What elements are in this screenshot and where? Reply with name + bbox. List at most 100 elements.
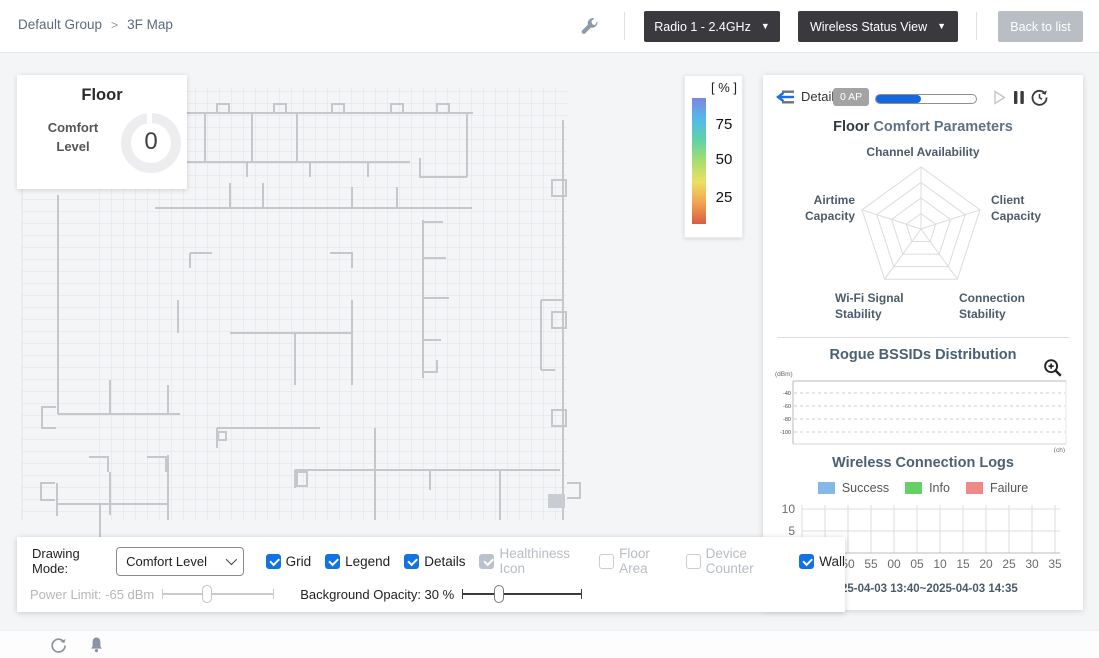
failure-swatch [966, 482, 983, 494]
footer-bar [0, 630, 1099, 658]
progress-fill [876, 95, 921, 103]
settings-wrench-icon[interactable] [578, 15, 600, 37]
scale-unit-label: [ % ] [711, 80, 737, 95]
grid-checkbox[interactable]: Grid [266, 554, 312, 569]
comfort-radar-chart [825, 153, 1017, 311]
svg-text:20: 20 [979, 557, 993, 571]
connection-logs-title: Wireless Connection Logs [763, 455, 1083, 471]
info-swatch [905, 482, 922, 494]
healthiness-icon-checkbox[interactable]: Healthiness Icon [479, 546, 585, 576]
legend-success: Success [818, 481, 889, 495]
details-checkbox-label: Details [424, 554, 465, 569]
slider-track [162, 593, 274, 595]
svg-text:25: 25 [1002, 557, 1016, 571]
drawing-toolbar: Drawing Mode: Comfort Level Grid Legend … [17, 537, 845, 612]
svg-text:-80: -80 [783, 417, 791, 423]
logs-legend: Success Info Failure [763, 481, 1083, 495]
svg-text:-40: -40 [783, 391, 791, 397]
play-button[interactable] [993, 90, 1007, 105]
svg-text:10: 10 [782, 502, 796, 516]
gauge-notch [147, 112, 152, 123]
legend-checkbox[interactable]: Legend [325, 554, 390, 569]
svg-text:-60: -60 [783, 404, 791, 410]
drawing-mode-value: Comfort Level [126, 554, 207, 569]
slider-thumb[interactable] [494, 585, 504, 603]
breadcrumb: Default Group > 3F Map [18, 17, 173, 32]
divider [976, 12, 977, 40]
toolbar-row-2: Power Limit: -65 dBm Background Opacity:… [30, 583, 590, 605]
background-opacity-label: Background Opacity: 30 % [300, 587, 454, 602]
svg-text:15: 15 [956, 557, 970, 571]
healthiness-checkbox-label: Healthiness Icon [499, 546, 585, 576]
details-checkbox[interactable]: Details [404, 554, 465, 569]
breadcrumb-page: 3F Map [127, 17, 173, 32]
radio-select-dropdown[interactable]: Radio 1 - 2.4GHz ▼ [644, 11, 780, 42]
details-panel: Details 0 AP Floor Comfort Parameters Ch… [763, 75, 1083, 610]
checkbox-box [404, 554, 419, 569]
chevron-down-icon [225, 554, 236, 565]
pause-button[interactable] [1013, 90, 1025, 105]
wall-checkbox-label: Wall [819, 554, 845, 569]
breadcrumb-group[interactable]: Default Group [18, 17, 102, 32]
svg-text:-100: -100 [780, 430, 791, 436]
drawing-mode-select[interactable]: Comfort Level [116, 547, 244, 576]
power-limit-slider[interactable] [162, 584, 274, 604]
power-limit-label: Power Limit: -65 dBm [30, 587, 154, 602]
floor-card-title: Floor [17, 86, 187, 105]
svg-text:35: 35 [1048, 557, 1062, 571]
floor-area-checkbox[interactable]: Floor Area [599, 546, 672, 576]
details-collapse-button[interactable]: Details [775, 89, 841, 104]
view-select-dropdown[interactable]: Wireless Status View ▼ [798, 11, 958, 42]
legend-success-label: Success [842, 481, 889, 495]
divider [624, 12, 625, 40]
svg-text:55: 55 [864, 557, 878, 571]
checkbox-box [479, 554, 494, 569]
comfort-level-value: 0 [131, 128, 171, 156]
title-secondary: Comfort Parameters [873, 119, 1012, 135]
floor-comfort-card: Floor Comfort Level 0 [17, 75, 187, 189]
background-opacity-slider[interactable] [462, 584, 582, 604]
top-bar: Default Group > 3F Map Radio 1 - 2.4GHz … [0, 0, 1099, 53]
rogue-bssids-chart: (dBm) -40 -60 -80 -100 (ch) [773, 367, 1073, 453]
map-object-square [548, 494, 565, 508]
playback-progress-bar[interactable] [875, 94, 977, 104]
refresh-icon[interactable] [50, 637, 67, 654]
divider [777, 337, 1069, 338]
checkbox-box [325, 554, 340, 569]
toolbar-row-1: Drawing Mode: Comfort Level Grid Legend … [32, 546, 845, 576]
device-counter-checkbox[interactable]: Device Counter [686, 546, 786, 576]
notifications-bell-icon[interactable] [89, 636, 104, 654]
scale-tick-50: 50 [709, 151, 739, 168]
replay-history-button[interactable] [1031, 89, 1048, 106]
checkbox-box [686, 554, 701, 569]
legend-failure: Failure [966, 481, 1028, 495]
view-select-value: Wireless Status View [810, 20, 927, 34]
title-primary: Floor [833, 119, 869, 135]
wall-checkbox[interactable]: Wall [799, 554, 845, 569]
legend-info: Info [905, 481, 950, 495]
color-scale-legend: [ % ] 75 50 25 [684, 75, 743, 238]
legend-checkbox-label: Legend [345, 554, 390, 569]
app-window: Default Group > 3F Map Radio 1 - 2.4GHz … [0, 0, 1099, 658]
legend-failure-label: Failure [990, 481, 1028, 495]
device-counter-checkbox-label: Device Counter [706, 546, 786, 576]
svg-text:5: 5 [788, 524, 795, 538]
drawing-mode-label: Drawing Mode: [32, 546, 109, 576]
comfort-level-gauge: 0 [121, 113, 181, 173]
scale-tick-25: 25 [709, 189, 739, 206]
svg-text:(ch): (ch) [1054, 447, 1065, 453]
breadcrumb-separator: > [111, 18, 118, 32]
scale-tick-75: 75 [709, 116, 739, 133]
svg-text:(dBm): (dBm) [775, 371, 793, 378]
chevron-down-icon: ▼ [761, 22, 770, 31]
back-to-list-button[interactable]: Back to list [998, 11, 1083, 42]
slider-thumb[interactable] [202, 585, 212, 603]
success-swatch [818, 482, 835, 494]
chevron-down-icon: ▼ [937, 22, 946, 31]
svg-text:05: 05 [910, 557, 924, 571]
radio-select-value: Radio 1 - 2.4GHz [654, 20, 751, 34]
legend-info-label: Info [929, 481, 950, 495]
rogue-bssids-title: Rogue BSSIDs Distribution [763, 347, 1083, 363]
grid-checkbox-label: Grid [286, 554, 312, 569]
checkbox-box [799, 554, 814, 569]
